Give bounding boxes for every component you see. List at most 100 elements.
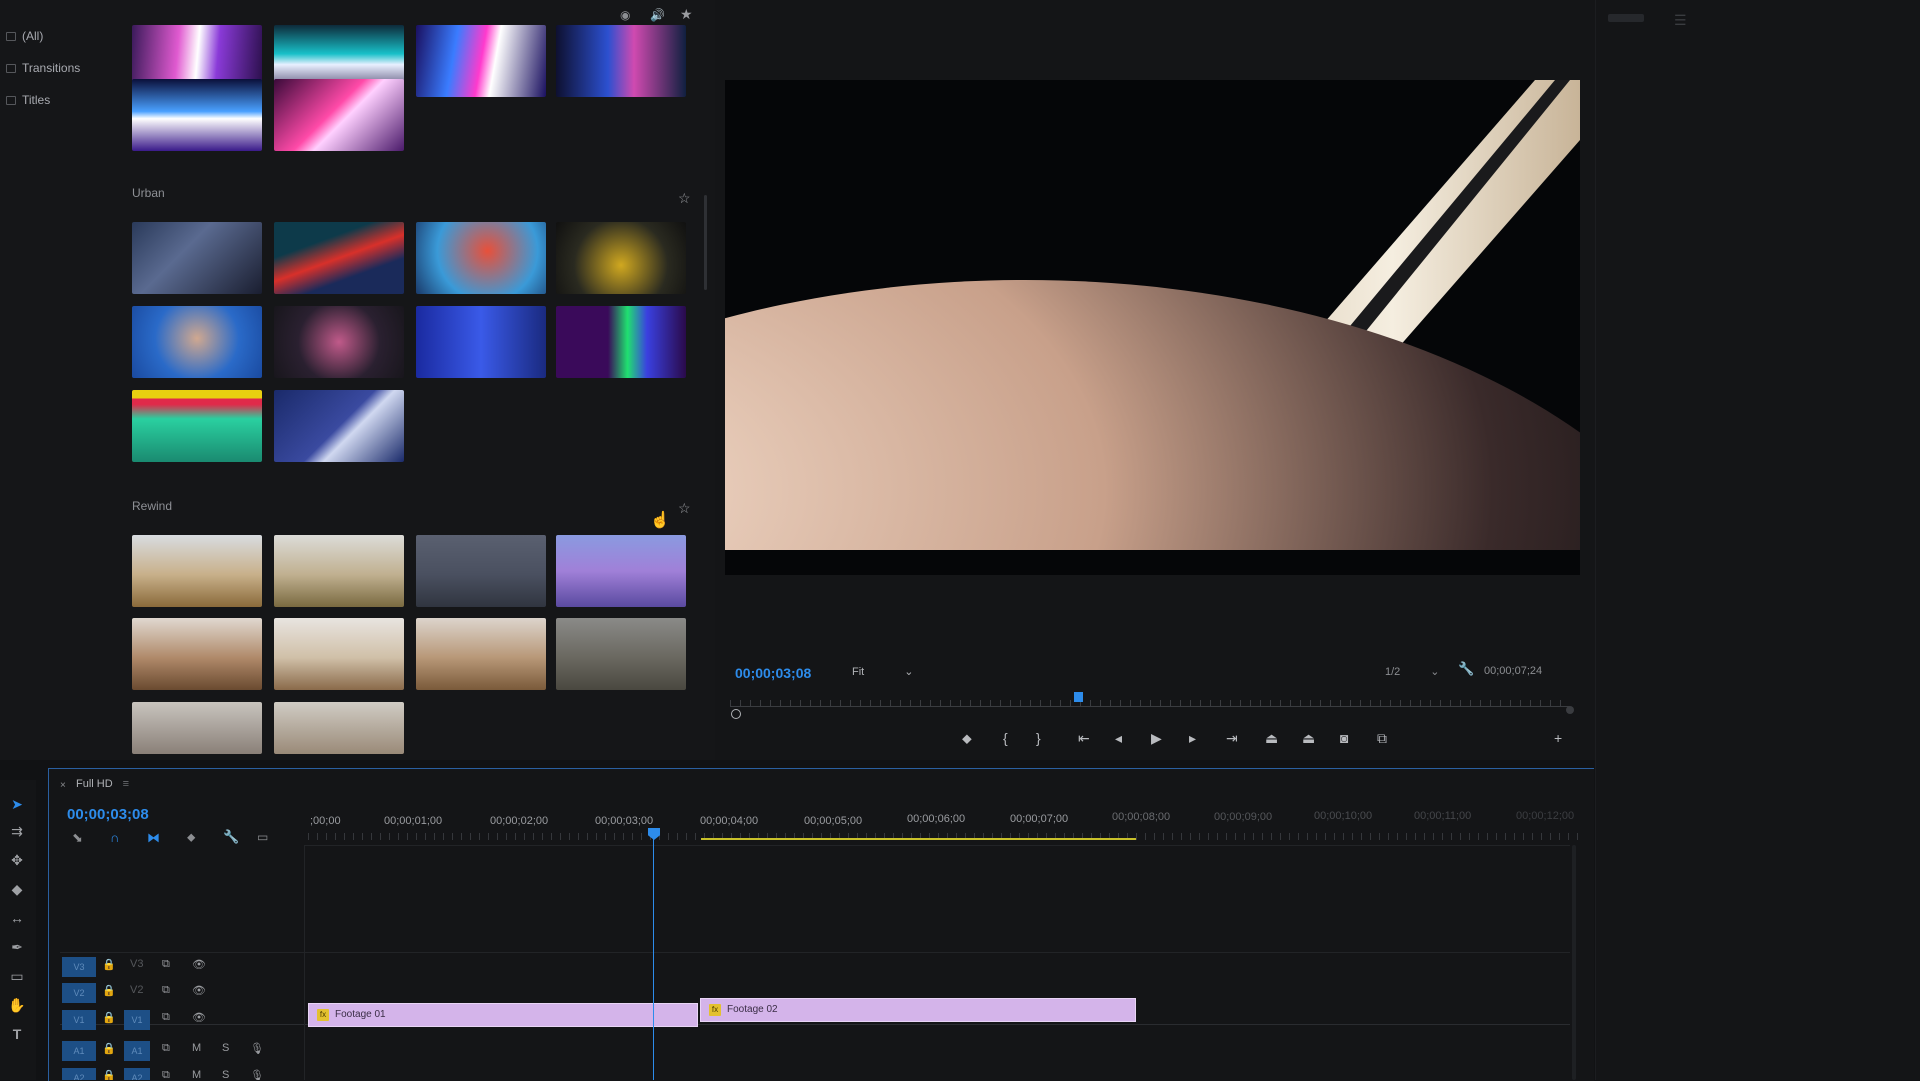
effect-thumbnail[interactable] (416, 306, 546, 378)
effect-thumbnail[interactable] (416, 535, 546, 607)
program-timecode[interactable]: 00;00;03;08 (735, 665, 811, 681)
effect-thumbnail[interactable] (274, 702, 404, 754)
track-select-icon[interactable]: ⇉ (8, 822, 26, 840)
wrench-icon[interactable]: 🔧 (223, 829, 239, 845)
step-forward-icon[interactable]: ▸ (1189, 730, 1196, 747)
speaker-icon[interactable]: 🔊 (650, 8, 665, 22)
lock-icon[interactable]: 🔒 (102, 1069, 116, 1080)
type-icon[interactable]: T (8, 1025, 26, 1043)
effect-thumbnail[interactable] (556, 25, 686, 97)
sync-lock-icon[interactable]: ⧉ (162, 1042, 170, 1055)
track-target[interactable]: A1 (124, 1041, 150, 1061)
lock-icon[interactable]: 🔒 (102, 1042, 116, 1055)
category-transitions[interactable]: Transitions (0, 52, 125, 84)
effect-thumbnail[interactable] (132, 702, 262, 754)
in-point-handle[interactable] (731, 709, 741, 719)
ripple-edit-icon[interactable]: ✥ (8, 851, 26, 869)
monitor-playhead[interactable] (1074, 692, 1083, 702)
eye-icon[interactable]: 👁 (192, 1011, 206, 1024)
mute-button[interactable]: M (192, 1069, 201, 1080)
slip-icon[interactable]: ↔ (8, 909, 26, 927)
mark-in-icon[interactable]: { (1003, 730, 1008, 746)
effect-thumbnail[interactable] (416, 222, 546, 294)
category-titles[interactable]: Titles (0, 84, 125, 116)
effect-thumbnail[interactable] (132, 390, 262, 462)
effect-thumbnail[interactable] (556, 535, 686, 607)
track-source-patch[interactable]: V3 (62, 957, 96, 977)
effect-thumbnail[interactable] (274, 535, 404, 607)
lift-icon[interactable]: ⏏ (1265, 730, 1278, 747)
pen-icon[interactable]: ✒ (8, 938, 26, 956)
hand-icon[interactable]: ✋ (8, 996, 26, 1014)
sync-lock-icon[interactable]: ⧉ (162, 1069, 170, 1080)
favorite-star-icon[interactable]: ☆ (678, 190, 691, 207)
effect-thumbnail[interactable] (416, 618, 546, 690)
hamburger-menu-icon[interactable]: ≡ (123, 778, 129, 790)
timeline-clip[interactable]: fx Footage 02 (700, 998, 1136, 1022)
effect-thumbnail[interactable] (132, 222, 262, 294)
effect-thumbnail[interactable] (132, 618, 262, 690)
timeline-scrollbar[interactable] (1572, 845, 1576, 1080)
sync-lock-icon[interactable]: ⧉ (162, 1011, 170, 1024)
sync-lock-icon[interactable]: ⧉ (162, 958, 170, 971)
wrench-icon[interactable]: 🔧 (1458, 661, 1474, 677)
rectangle-icon[interactable]: ▭ (8, 967, 26, 985)
track-source-patch[interactable]: V2 (62, 983, 96, 1003)
zoom-select[interactable]: Fit ⌄ (852, 665, 913, 678)
solo-button[interactable]: S (222, 1069, 229, 1080)
lock-icon[interactable]: 🔒 (102, 1011, 116, 1024)
timeline-clip[interactable]: fx Footage 01 (308, 1003, 698, 1027)
track-target[interactable]: A2 (124, 1068, 150, 1080)
panel-menu-icon[interactable]: ☰ (1674, 12, 1687, 29)
comparison-view-icon[interactable]: ⧉ (1377, 730, 1387, 747)
effect-thumbnail[interactable] (556, 618, 686, 690)
extract-icon[interactable]: ⏏ (1302, 730, 1315, 747)
step-back-icon[interactable]: ◂ (1115, 730, 1122, 747)
track-source-patch[interactable]: A1 (62, 1041, 96, 1061)
linked-selection-icon[interactable]: ⧓ (147, 830, 160, 846)
selection-tool-icon[interactable]: ➤ (8, 795, 26, 813)
close-icon[interactable]: × (60, 780, 66, 791)
timeline-timecode[interactable]: 00;00;03;08 (67, 806, 149, 823)
play-icon[interactable]: ▶ (1151, 730, 1162, 747)
monitor-scrub-bar[interactable] (730, 706, 1570, 707)
effect-thumbnail[interactable] (132, 306, 262, 378)
sync-lock-icon[interactable]: ⧉ (162, 984, 170, 997)
mute-button[interactable]: M (192, 1042, 201, 1054)
track-source-patch[interactable]: V1 (62, 1010, 96, 1030)
effect-thumbnail[interactable] (274, 390, 404, 462)
microphone-icon[interactable]: 🎙 (250, 1069, 264, 1080)
effect-thumbnail[interactable] (274, 79, 404, 151)
effect-thumbnail[interactable] (274, 306, 404, 378)
sequence-tab[interactable]: Full HD ≡ (76, 778, 129, 790)
export-frame-icon[interactable]: ◙ (1340, 730, 1348, 746)
lock-icon[interactable]: 🔒 (102, 984, 116, 997)
effect-thumbnail[interactable] (132, 535, 262, 607)
effect-thumbnail[interactable] (274, 618, 404, 690)
go-to-in-icon[interactable]: ⇤ (1078, 730, 1090, 747)
track-source-patch[interactable]: A2 (62, 1068, 96, 1080)
panel-tab[interactable] (1608, 14, 1644, 22)
effect-thumbnail[interactable] (274, 222, 404, 294)
microphone-icon[interactable]: 🎙 (250, 1042, 264, 1055)
go-to-out-icon[interactable]: ⇥ (1226, 730, 1238, 747)
effect-thumbnail[interactable] (556, 306, 686, 378)
quality-select[interactable]: 1/2 ⌄ (1385, 665, 1440, 678)
track-target[interactable]: V1 (124, 1010, 150, 1030)
effect-thumbnail[interactable] (416, 25, 546, 97)
solo-button[interactable]: S (222, 1042, 229, 1054)
add-button-icon[interactable]: + (1554, 730, 1562, 746)
mark-out-icon[interactable]: } (1036, 730, 1041, 746)
star-icon[interactable]: ★ (680, 6, 693, 23)
category-all[interactable]: (All) (0, 20, 125, 52)
out-point-handle[interactable] (1566, 706, 1574, 714)
add-marker-icon[interactable]: ⬥ (187, 830, 195, 845)
effect-thumbnail[interactable] (132, 79, 262, 151)
eye-icon[interactable]: 👁 (192, 958, 206, 971)
browser-scrollbar[interactable] (704, 195, 707, 290)
nest-icon[interactable]: ⬊ (72, 830, 83, 846)
captions-icon[interactable]: ▭ (257, 830, 268, 844)
record-icon[interactable]: ◉ (620, 8, 630, 22)
work-area-bar[interactable] (701, 838, 1136, 840)
favorite-star-icon[interactable]: ☆ (678, 500, 691, 517)
